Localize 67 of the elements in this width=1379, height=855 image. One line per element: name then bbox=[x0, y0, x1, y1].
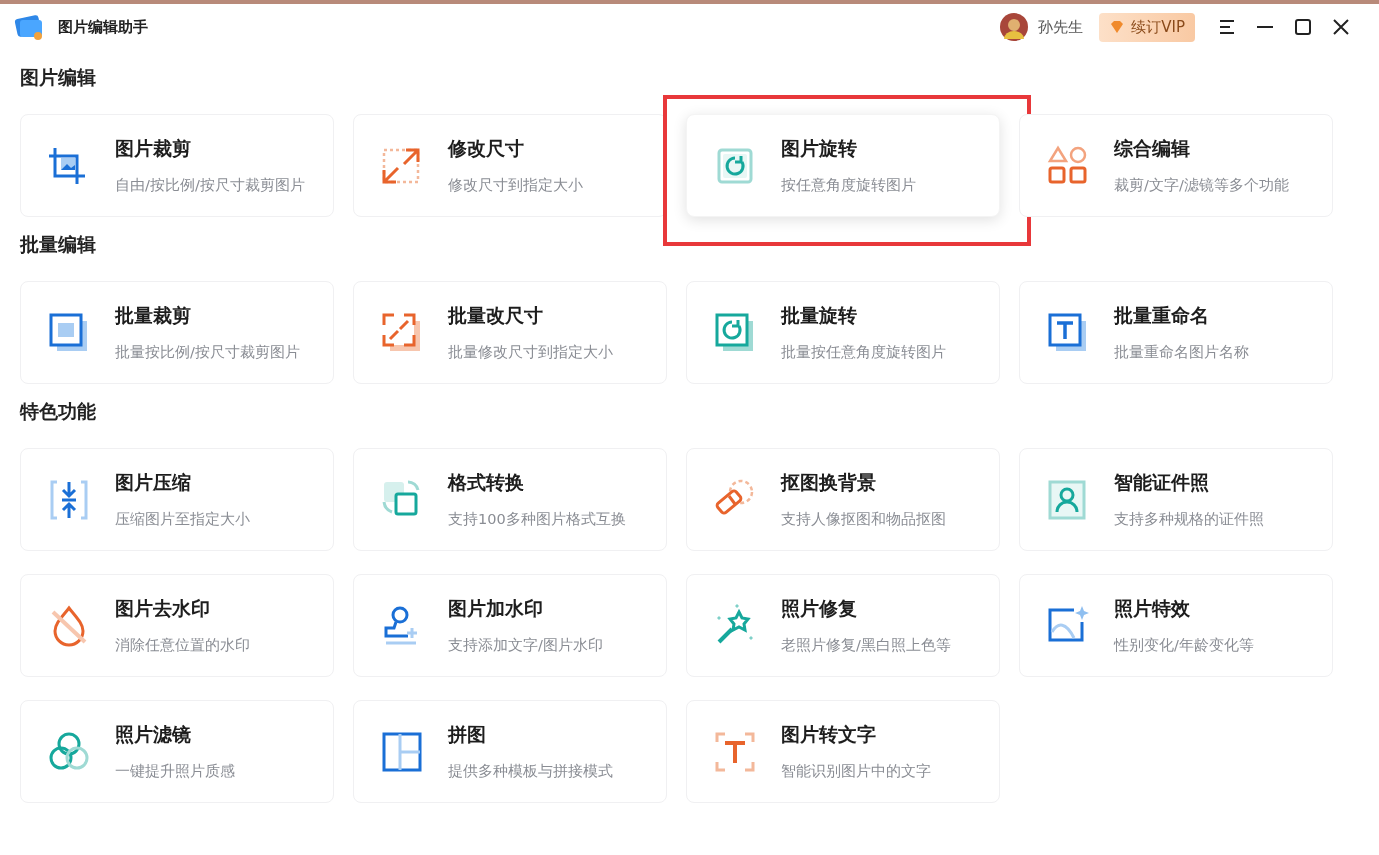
feature-title: 修改尺寸 bbox=[448, 136, 525, 161]
feature-description: 一键提升照片质感 bbox=[115, 762, 235, 781]
feature-description: 支持人像抠图和物品抠图 bbox=[781, 510, 946, 529]
feature-description: 修改尺寸到指定大小 bbox=[448, 176, 583, 195]
feature-card[interactable]: 照片修复 老照片修复/黑白照上色等 bbox=[686, 574, 1000, 677]
feature-title: 照片特效 bbox=[1114, 596, 1191, 621]
feature-title: 图片裁剪 bbox=[115, 136, 192, 161]
feature-description: 自由/按比例/按尺寸裁剪图片 bbox=[115, 176, 305, 195]
feature-description: 性别变化/年龄变化等 bbox=[1114, 636, 1254, 655]
feature-title: 照片滤镜 bbox=[115, 722, 192, 747]
feature-title: 批量重命名 bbox=[1114, 303, 1210, 328]
feature-description: 智能识别图片中的文字 bbox=[781, 762, 931, 781]
menu-icon[interactable] bbox=[1217, 17, 1237, 37]
feature-card[interactable]: 批量旋转 批量按任意角度旋转图片 bbox=[686, 281, 1000, 384]
feature-title: 批量改尺寸 bbox=[448, 303, 544, 328]
renew-vip-button[interactable]: 续订VIP bbox=[1099, 12, 1195, 42]
feature-title: 图片转文字 bbox=[781, 722, 877, 747]
section-heading: 特色功能 bbox=[20, 399, 97, 424]
feature-title: 图片去水印 bbox=[115, 596, 211, 621]
close-icon[interactable] bbox=[1331, 17, 1351, 37]
feature-title: 批量裁剪 bbox=[115, 303, 192, 328]
feature-description: 支持多种规格的证件照 bbox=[1114, 510, 1264, 529]
window-title: 图片编辑助手 bbox=[58, 17, 148, 37]
diamond-icon bbox=[1109, 20, 1126, 34]
feature-description: 消除任意位置的水印 bbox=[115, 636, 250, 655]
feature-description: 批量按比例/按尺寸裁剪图片 bbox=[115, 343, 300, 362]
feature-card[interactable]: 格式转换 支持100多种图片格式互换 bbox=[353, 448, 667, 551]
feature-card[interactable]: 批量裁剪 批量按比例/按尺寸裁剪图片 bbox=[20, 281, 334, 384]
feature-description: 压缩图片至指定大小 bbox=[115, 510, 250, 529]
feature-card[interactable]: 图片压缩 压缩图片至指定大小 bbox=[20, 448, 334, 551]
feature-title: 照片修复 bbox=[781, 596, 858, 621]
feature-description: 批量修改尺寸到指定大小 bbox=[448, 343, 613, 362]
feature-title: 图片旋转 bbox=[781, 136, 858, 161]
feature-title: 格式转换 bbox=[448, 470, 525, 495]
feature-card[interactable]: 批量重命名 批量重命名图片名称 bbox=[1019, 281, 1333, 384]
feature-card[interactable]: 照片特效 性别变化/年龄变化等 bbox=[1019, 574, 1333, 677]
feature-card[interactable]: 图片转文字 智能识别图片中的文字 bbox=[686, 700, 1000, 803]
feature-description: 批量按任意角度旋转图片 bbox=[781, 343, 946, 362]
feature-title: 综合编辑 bbox=[1114, 136, 1191, 161]
feature-description: 老照片修复/黑白照上色等 bbox=[781, 636, 951, 655]
feature-card[interactable]: 综合编辑 裁剪/文字/滤镜等多个功能 bbox=[1019, 114, 1333, 217]
feature-title: 图片加水印 bbox=[448, 596, 544, 621]
feature-title: 智能证件照 bbox=[1114, 470, 1210, 495]
feature-card[interactable]: 图片去水印 消除任意位置的水印 bbox=[20, 574, 334, 677]
section-heading: 图片编辑 bbox=[20, 65, 97, 90]
feature-card[interactable]: 抠图换背景 支持人像抠图和物品抠图 bbox=[686, 448, 1000, 551]
feature-description: 支持添加文字/图片水印 bbox=[448, 636, 603, 655]
feature-title: 拼图 bbox=[448, 722, 487, 747]
feature-card[interactable]: 图片加水印 支持添加文字/图片水印 bbox=[353, 574, 667, 677]
feature-card[interactable]: 智能证件照 支持多种规格的证件照 bbox=[1019, 448, 1333, 551]
feature-title: 批量旋转 bbox=[781, 303, 858, 328]
avatar-icon bbox=[1000, 13, 1029, 41]
feature-card[interactable]: 拼图 提供多种模板与拼接模式 bbox=[353, 700, 667, 803]
feature-title: 图片压缩 bbox=[115, 470, 192, 495]
section-heading: 批量编辑 bbox=[20, 232, 97, 257]
maximize-icon[interactable] bbox=[1293, 17, 1313, 37]
feature-card[interactable]: 图片裁剪 自由/按比例/按尺寸裁剪图片 bbox=[20, 114, 334, 217]
feature-description: 提供多种模板与拼接模式 bbox=[448, 762, 613, 781]
feature-description: 裁剪/文字/滤镜等多个功能 bbox=[1114, 176, 1289, 195]
user-name[interactable]: 孙先生 bbox=[1038, 17, 1084, 37]
feature-description: 批量重命名图片名称 bbox=[1114, 343, 1249, 362]
feature-card[interactable]: 照片滤镜 一键提升照片质感 bbox=[20, 700, 334, 803]
feature-description: 支持100多种图片格式互换 bbox=[448, 510, 626, 529]
feature-card[interactable]: 图片旋转 按任意角度旋转图片 bbox=[686, 114, 1000, 217]
feature-description: 按任意角度旋转图片 bbox=[781, 176, 916, 195]
feature-title: 抠图换背景 bbox=[781, 470, 877, 495]
feature-card[interactable]: 批量改尺寸 批量修改尺寸到指定大小 bbox=[353, 281, 667, 384]
